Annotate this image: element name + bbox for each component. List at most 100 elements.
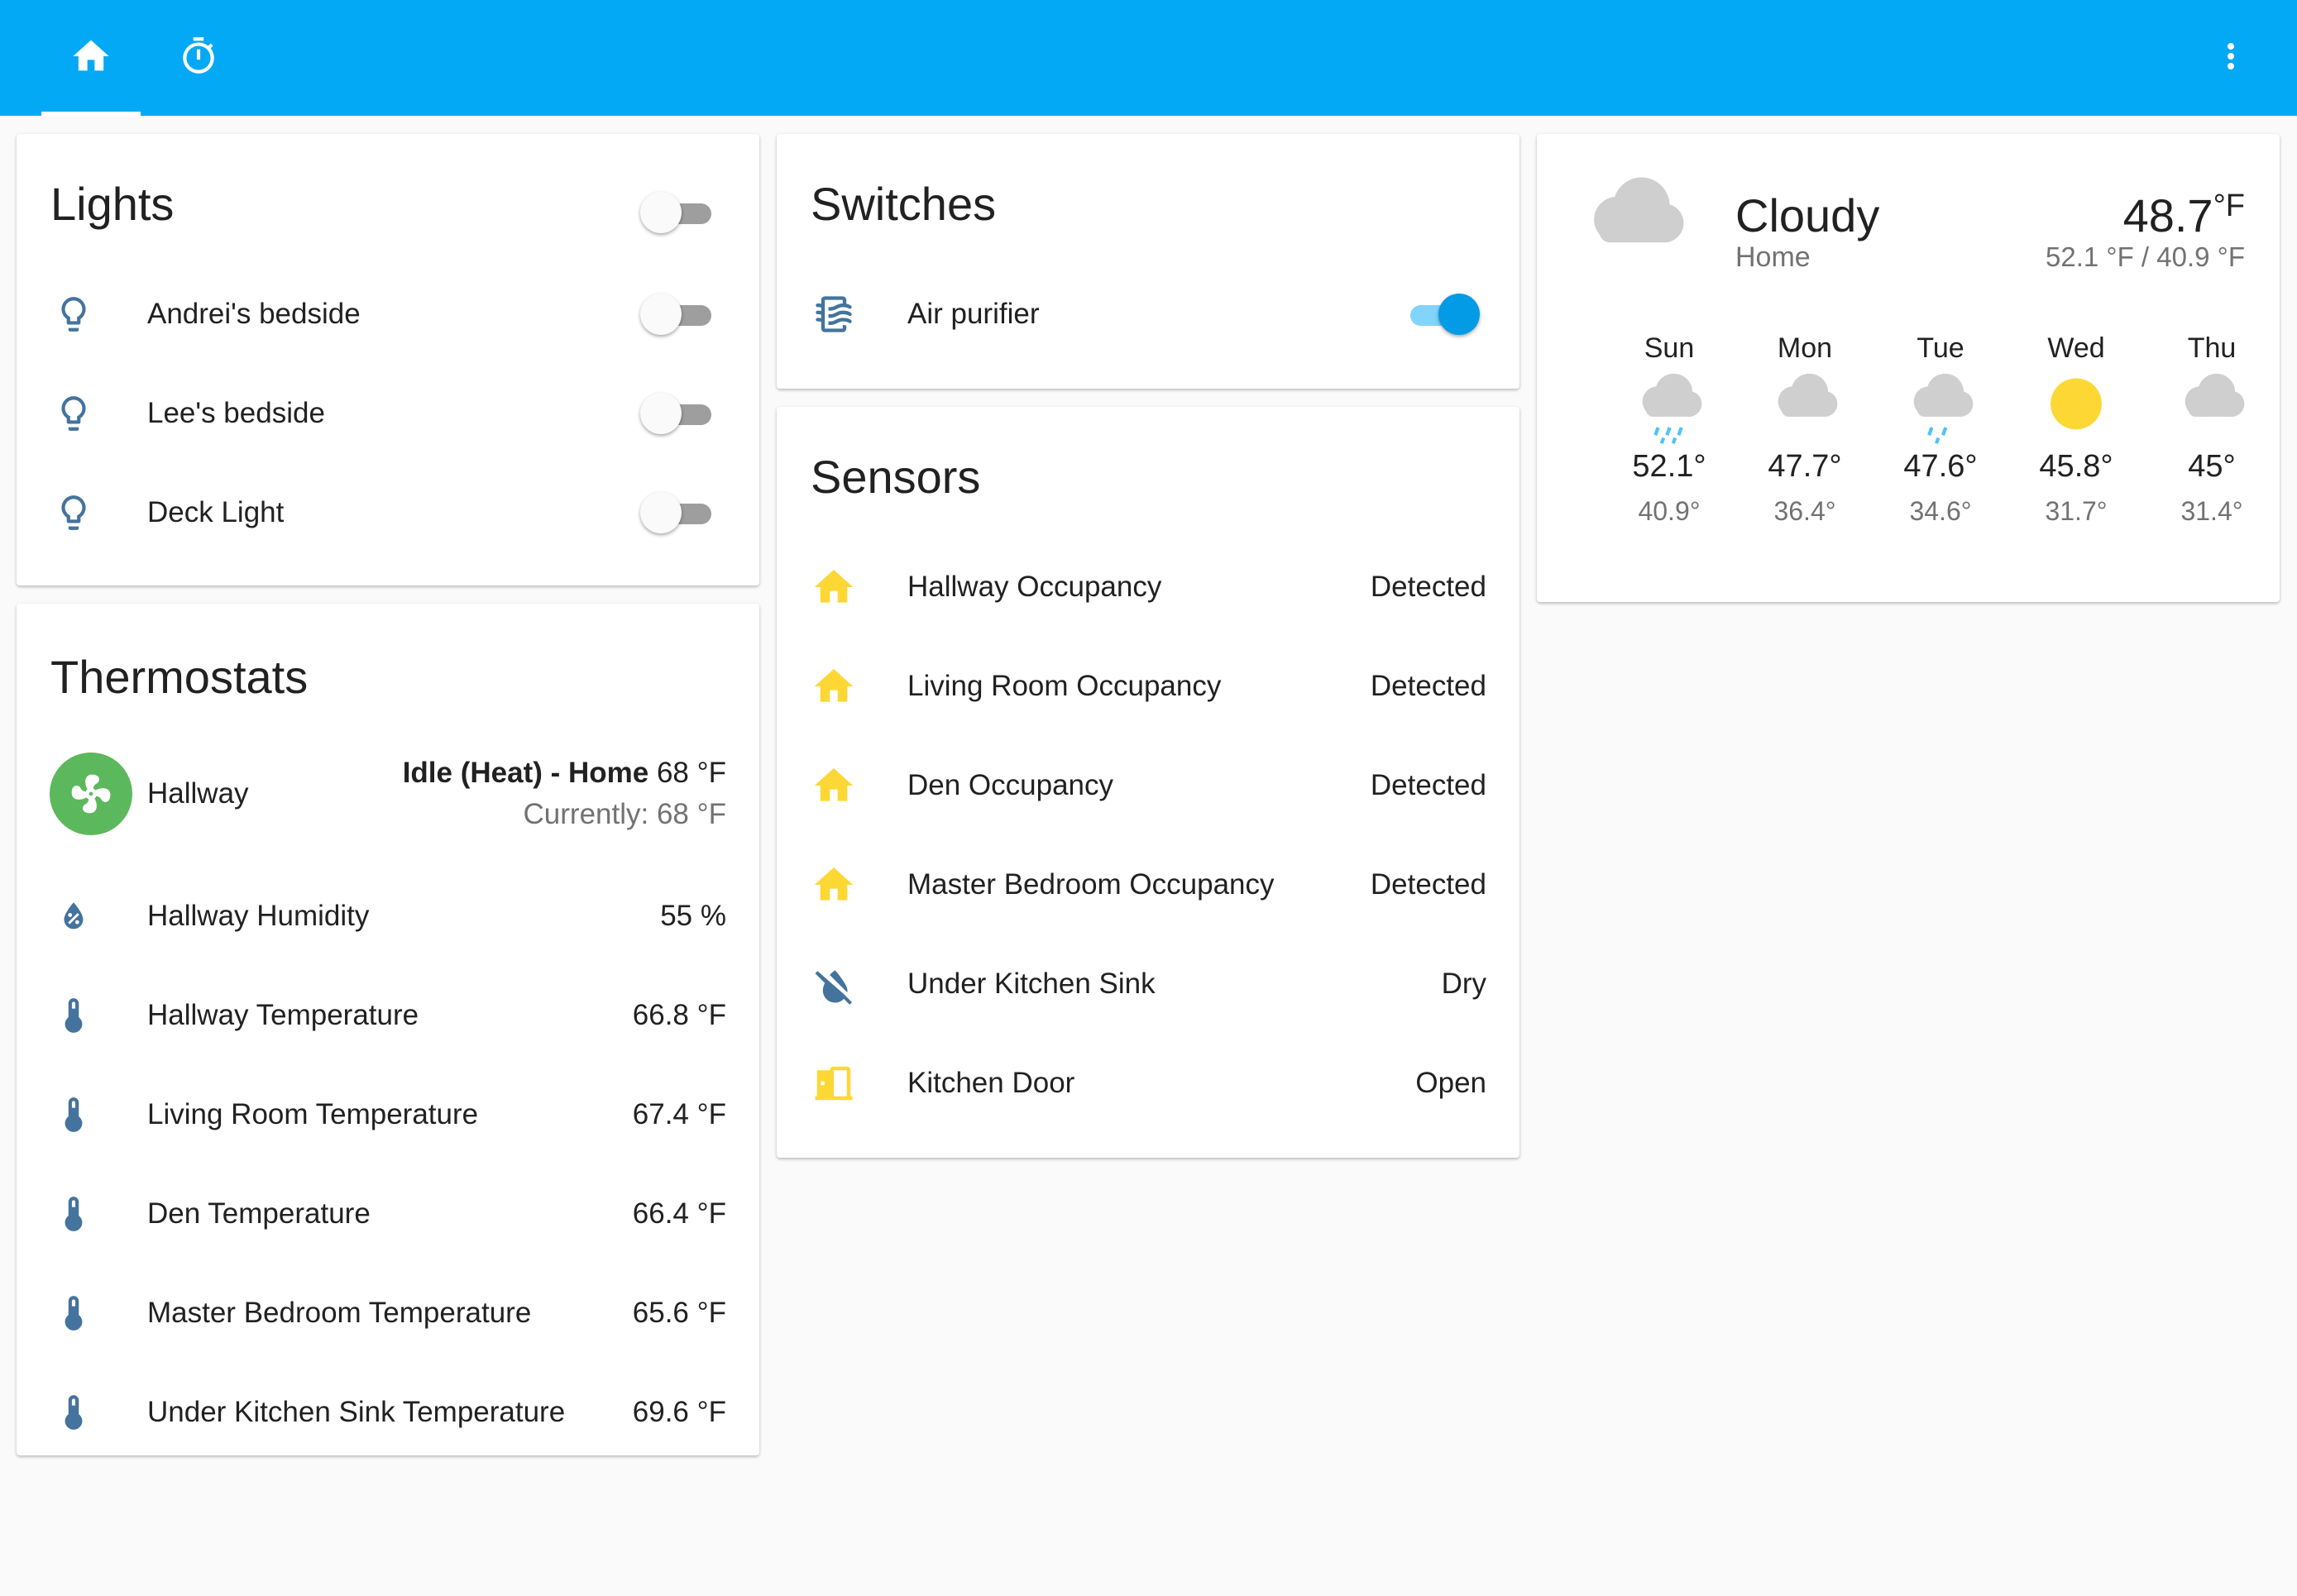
tab-timer[interactable] [149,0,248,116]
weather-high-low: 52.1 °F / 40.9 °F [2045,241,2245,272]
forecast-high: 47.6° [1903,449,1978,484]
thermometer-icon [49,1388,98,1437]
sensor-name: Hallway Humidity [147,900,370,932]
thermostat-name: Hallway [147,777,249,810]
sensor-name: Hallway Temperature [147,999,419,1031]
sensor-name: Hallway Occupancy [907,571,1162,603]
sensor-name: Master Bedroom Occupancy [907,868,1275,901]
sunny-icon [2018,365,2134,444]
home-icon [69,35,112,82]
water-percent-icon [49,891,98,941]
thermostats-card-title: Thermostats [50,651,309,703]
thermometer-icon [49,991,98,1040]
sensor-name: Under Kitchen Sink [907,968,1156,1000]
weather-condition: Cloudy [1735,189,1880,241]
thermometer-icon [49,1288,98,1338]
thermostats-card: Thermostats Hallway Idle (Heat) - Home 6… [17,604,759,1455]
forecast-day: Tue 47.6° 34.6° [1883,332,1998,527]
weather-current-temp: 48.7°F [2123,189,2245,242]
sensor-value: 55 % [660,900,726,932]
list-item[interactable]: Master Bedroom Occupancy Detected [777,835,1519,934]
sensor-value: 65.6 °F [632,1297,726,1329]
light-toggle-andreis-bedside[interactable] [640,294,720,335]
list-item: Air purifier [777,265,1519,364]
list-item[interactable]: Den Occupancy Detected [777,736,1519,835]
list-item: Deck Light [17,463,759,562]
lightbulb-outline-icon [49,289,98,339]
list-item: Master Bedroom Temperature 65.6 °F [17,1264,759,1363]
sensor-value: 66.4 °F [632,1197,726,1230]
light-name: Andrei's bedside [147,298,361,330]
forecast-high: 47.7° [1768,449,1842,484]
forecast-day: Wed 45.8° 31.7° [2018,332,2134,527]
forecast-day-name: Tue [1917,332,1964,364]
thermostat-current: Currently: 68 °F [523,798,726,830]
overflow-menu-button[interactable] [2198,25,2264,91]
list-item[interactable]: Living Room Occupancy Detected [777,637,1519,736]
water-off-icon [809,959,859,1009]
light-name: Deck Light [147,496,285,528]
sensor-value: 66.8 °F [632,999,726,1031]
list-item: Under Kitchen Sink Temperature 69.6 °F [17,1363,759,1462]
sensor-value: Dry [1441,968,1486,1000]
light-toggle-lees-bedside[interactable] [640,393,720,434]
forecast-day-name: Wed [2047,332,2105,364]
forecast-day-name: Mon [1777,332,1833,364]
switch-name: Air purifier [907,298,1040,330]
forecast-day: Thu 45° 31.4° [2154,332,2270,527]
sensor-name: Under Kitchen Sink Temperature [147,1396,566,1428]
thermostat-target: 68 °F [656,757,726,789]
sensor-value: Detected [1370,769,1486,801]
weather-card[interactable]: Cloudy Home 48.7°F 52.1 °F / 40.9 °F Sun… [1537,134,2280,602]
sensor-value: Detected [1370,868,1486,901]
list-item: Hallway Temperature 66.8 °F [17,966,759,1065]
forecast-low: 31.7° [2045,496,2108,526]
weather-location: Home [1735,241,1811,273]
switches-card-title: Switches [811,178,997,230]
light-name: Lee's bedside [147,397,325,429]
weather-temperature: 48.7 [2122,189,2213,241]
more-vertical-icon [2211,36,2251,80]
cloudy-icon [2154,365,2270,444]
forecast-high: 45° [2188,449,2236,484]
switch-toggle-air-purifier[interactable] [1400,294,1480,335]
sensor-name: Living Room Occupancy [907,670,1222,702]
weather-unit: °F [2213,189,2245,223]
timer-icon [178,36,219,81]
home-occupied-icon [809,662,859,711]
rainy-icon [1611,365,1727,444]
cloudy-icon [1747,365,1863,444]
lights-card: Lights Andrei's bedside Lee's bedside De… [17,134,759,585]
sensor-value: Detected [1370,670,1486,702]
forecast-high: 52.1° [1632,449,1706,484]
lights-card-title: Lights [50,178,175,230]
list-item: Andrei's bedside [17,265,759,364]
sensors-card: Sensors Hallway Occupancy Detected Livin… [777,407,1519,1158]
sensor-value: 67.4 °F [632,1098,726,1130]
top-app-bar [0,0,2297,116]
rainy-icon [1883,365,1998,444]
home-occupied-icon [809,562,859,612]
switches-card: Switches Air purifier [777,134,1519,389]
list-item[interactable]: Hallway Occupancy Detected [777,538,1519,637]
list-item: Den Temperature 66.4 °F [17,1164,759,1264]
list-item: Lee's bedside [17,364,759,463]
fan-icon [50,753,132,835]
sensor-value: 69.6 °F [632,1396,726,1428]
home-occupied-icon [809,860,859,910]
thermostat-mode: Idle (Heat) - Home [402,757,649,789]
thermostat-row-hallway[interactable]: Hallway Idle (Heat) - Home 68 °F Current… [17,736,759,852]
sensor-name: Den Temperature [147,1197,371,1230]
list-item[interactable]: Under Kitchen Sink Dry [777,934,1519,1034]
tab-home[interactable] [41,0,141,116]
thermometer-icon [49,1189,98,1239]
list-item[interactable]: Kitchen Door Open [777,1034,1519,1133]
light-toggle-deck-light[interactable] [640,492,720,533]
lights-group-toggle[interactable] [640,192,720,233]
forecast-low: 31.4° [2180,496,2243,526]
forecast-low: 40.9° [1638,496,1701,526]
forecast-day: Sun 52.1° 40.9° [1611,332,1727,527]
lightbulb-outline-icon [49,389,98,438]
list-item: Living Room Temperature 67.4 °F [17,1065,759,1164]
lightbulb-outline-icon [49,488,98,538]
